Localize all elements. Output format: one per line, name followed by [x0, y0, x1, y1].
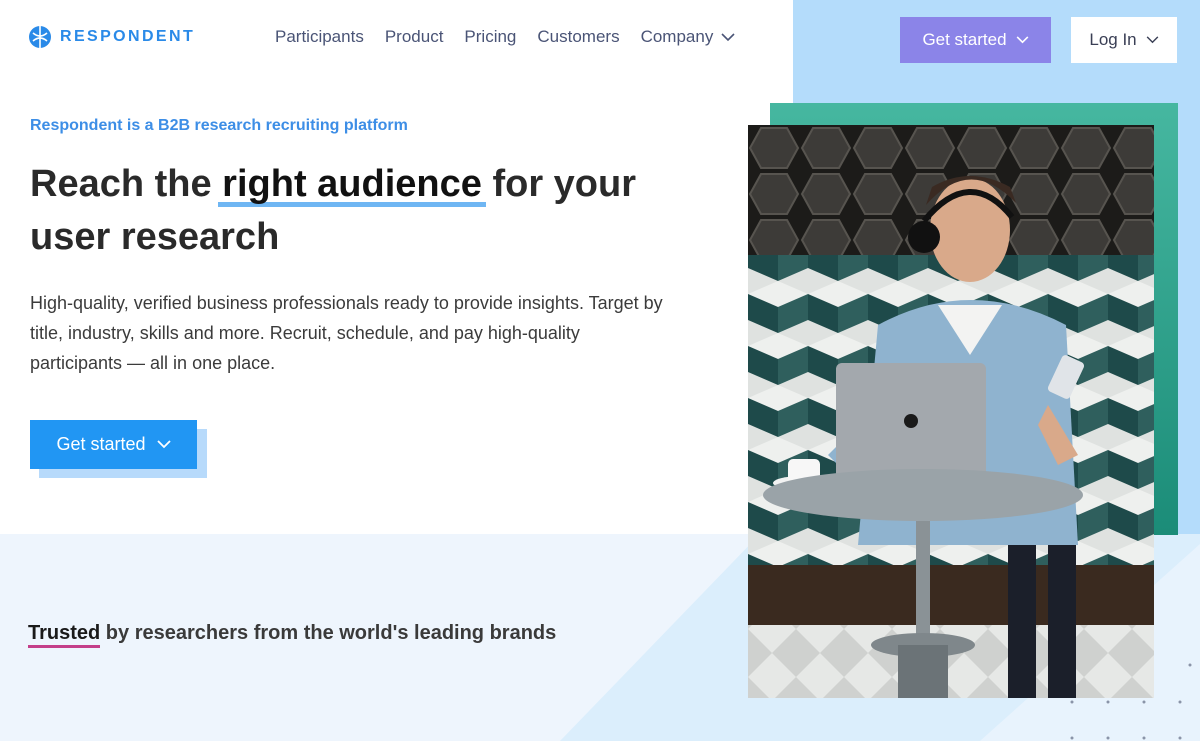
respondent-logo-icon — [29, 26, 51, 48]
nav-label: Company — [640, 27, 714, 46]
nav-item-customers[interactable]: Customers — [537, 27, 619, 47]
chevron-down-icon — [721, 32, 735, 41]
button-label: Get started — [922, 30, 1007, 49]
trusted-highlight: Trusted — [28, 622, 101, 648]
header-login-button[interactable]: Log In — [1071, 17, 1177, 63]
nav-item-company[interactable]: Company — [641, 27, 736, 47]
hero-subcopy: High-quality, verified business professi… — [30, 293, 663, 373]
brand-name: RESPONDENT — [60, 28, 196, 45]
brand-logo[interactable]: RESPONDENT — [28, 25, 195, 49]
nav-item-product[interactable]: Product — [385, 27, 444, 47]
headline-highlight: right audience — [218, 158, 486, 211]
chevron-down-icon — [156, 440, 171, 449]
nav-label: Pricing — [464, 27, 517, 46]
header-get-started-button[interactable]: Get started — [900, 17, 1051, 63]
button-label: Get started — [56, 434, 146, 454]
nav-label: Product — [384, 27, 444, 46]
hero-get-started-button[interactable]: Get started — [30, 420, 197, 469]
chevron-down-icon — [1146, 36, 1158, 44]
hero-photo — [748, 125, 1154, 698]
button-label: Log In — [1089, 30, 1137, 49]
main-nav: Participants Product Pricing Customers C… — [275, 27, 756, 47]
nav-label: Participants — [275, 27, 364, 46]
nav-item-participants[interactable]: Participants — [275, 27, 364, 47]
chevron-down-icon — [1016, 36, 1028, 44]
trusted-rest: by researchers from the world's leading … — [100, 622, 557, 644]
decorative-dots — [1070, 663, 1192, 740]
trusted-heading: Trusted by researchers from the world's … — [28, 622, 557, 648]
hero-headline: Reach the right audience for your user r… — [30, 158, 670, 264]
nav-label: Customers — [537, 27, 620, 46]
nav-item-pricing[interactable]: Pricing — [464, 27, 516, 47]
hero-eyebrow: Respondent is a B2B research recruiting … — [30, 117, 408, 134]
headline-part: Reach the — [30, 163, 223, 205]
photo-man-laptop — [748, 125, 1154, 698]
